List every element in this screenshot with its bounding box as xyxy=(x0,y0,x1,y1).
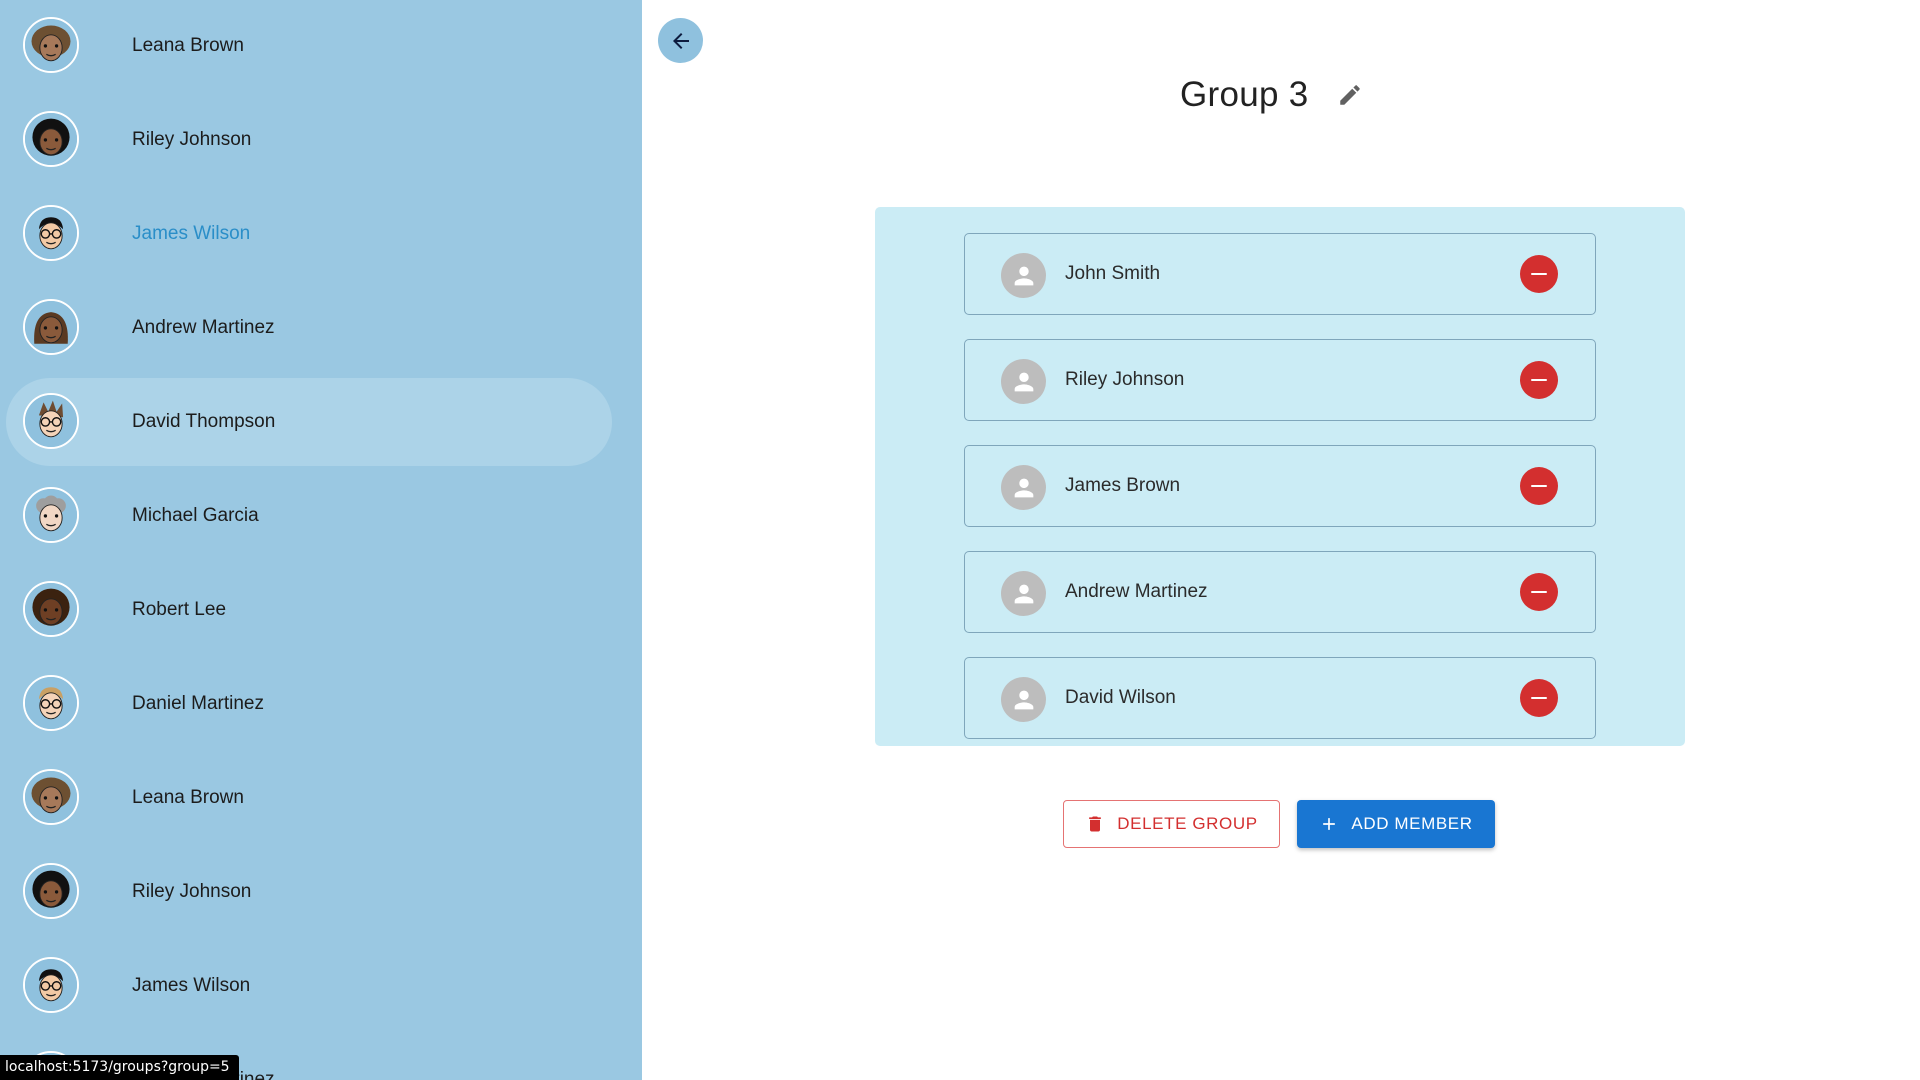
minus-icon xyxy=(1531,590,1547,594)
add-member-label: ADD MEMBER xyxy=(1351,814,1473,833)
avatar xyxy=(23,581,79,637)
member-card: John Smith xyxy=(964,233,1596,315)
sidebar-user-name: David Thompson xyxy=(132,411,276,432)
sidebar-user-item[interactable]: Leana Brown xyxy=(6,2,612,90)
sidebar-user-name: Daniel Martinez xyxy=(132,693,264,714)
sidebar-user-name: James Wilson xyxy=(132,975,251,996)
avatar xyxy=(23,111,79,167)
person-icon xyxy=(1001,571,1046,616)
member-name: Riley Johnson xyxy=(1065,369,1185,390)
arrow-left-icon xyxy=(672,32,689,49)
back-button[interactable] xyxy=(658,18,703,63)
avatar xyxy=(23,17,79,73)
member-name: James Brown xyxy=(1065,475,1181,496)
sidebar-user-name: Riley Johnson xyxy=(132,881,252,902)
sidebar-user-item[interactable]: Robert Lee xyxy=(6,566,612,654)
add-member-button[interactable]: ADD MEMBER xyxy=(1297,800,1495,848)
sidebar-user-item[interactable]: Michael Garcia xyxy=(6,472,612,560)
delete-group-label: DELETE GROUP xyxy=(1117,814,1258,833)
trash-icon xyxy=(1085,813,1105,835)
plus-icon xyxy=(1319,814,1339,834)
sidebar-user-name: Leana Brown xyxy=(132,787,244,808)
avatar xyxy=(23,957,79,1013)
member-card: Riley Johnson xyxy=(964,339,1596,421)
page-title: Group 3 xyxy=(1180,75,1309,114)
member-card: James Brown xyxy=(964,445,1596,527)
avatar xyxy=(23,863,79,919)
sidebar-user-item[interactable]: James Wilson xyxy=(6,942,612,1030)
minus-icon xyxy=(1531,484,1547,488)
person-icon xyxy=(1001,465,1046,510)
sidebar-user-name: James Wilson xyxy=(132,223,251,244)
person-icon xyxy=(1001,253,1046,298)
minus-icon xyxy=(1531,272,1547,276)
members-panel: John Smith Riley Johnson James Brown And… xyxy=(875,207,1685,746)
avatar xyxy=(23,205,79,261)
status-bar-url: localhost:5173/groups?group=5 xyxy=(0,1055,239,1080)
remove-member-button[interactable] xyxy=(1520,467,1558,505)
remove-member-button[interactable] xyxy=(1520,361,1558,399)
avatar xyxy=(23,393,79,449)
member-name: Andrew Martinez xyxy=(1065,581,1208,602)
sidebar-user-item[interactable]: James Wilson xyxy=(6,190,612,278)
minus-icon xyxy=(1531,378,1547,382)
avatar xyxy=(23,675,79,731)
member-card: David Wilson xyxy=(964,657,1596,739)
sidebar-user-name: Leana Brown xyxy=(132,35,244,56)
user-sidebar: Leana Brown Riley Johnson James Wilson A… xyxy=(0,0,642,1080)
remove-member-button[interactable] xyxy=(1520,255,1558,293)
sidebar-user-item[interactable]: Leana Brown xyxy=(6,754,612,842)
person-icon xyxy=(1001,359,1046,404)
pencil-icon[interactable] xyxy=(1337,82,1363,108)
member-name: David Wilson xyxy=(1065,687,1176,708)
member-name: John Smith xyxy=(1065,263,1161,284)
avatar xyxy=(23,487,79,543)
sidebar-user-item[interactable]: David Thompson xyxy=(6,378,612,466)
sidebar-user-item[interactable]: Daniel Martinez xyxy=(6,660,612,748)
sidebar-user-item[interactable]: Riley Johnson xyxy=(6,96,612,184)
remove-member-button[interactable] xyxy=(1520,573,1558,611)
title-row: Group 3 xyxy=(1180,70,1363,120)
member-card: Andrew Martinez xyxy=(964,551,1596,633)
person-icon xyxy=(1001,677,1046,722)
remove-member-button[interactable] xyxy=(1520,679,1558,717)
sidebar-user-name: Robert Lee xyxy=(132,599,227,620)
avatar xyxy=(23,299,79,355)
sidebar-user-name: Riley Johnson xyxy=(132,129,252,150)
sidebar-user-name: Michael Garcia xyxy=(132,505,259,526)
minus-icon xyxy=(1531,696,1547,700)
sidebar-scrollbar[interactable] xyxy=(628,0,642,1080)
avatar xyxy=(23,769,79,825)
sidebar-user-item[interactable]: Andrew Martinez xyxy=(6,284,612,372)
sidebar-user-item[interactable]: Riley Johnson xyxy=(6,848,612,936)
delete-group-button[interactable]: DELETE GROUP xyxy=(1063,800,1280,848)
sidebar-user-name: Andrew Martinez xyxy=(132,317,275,338)
